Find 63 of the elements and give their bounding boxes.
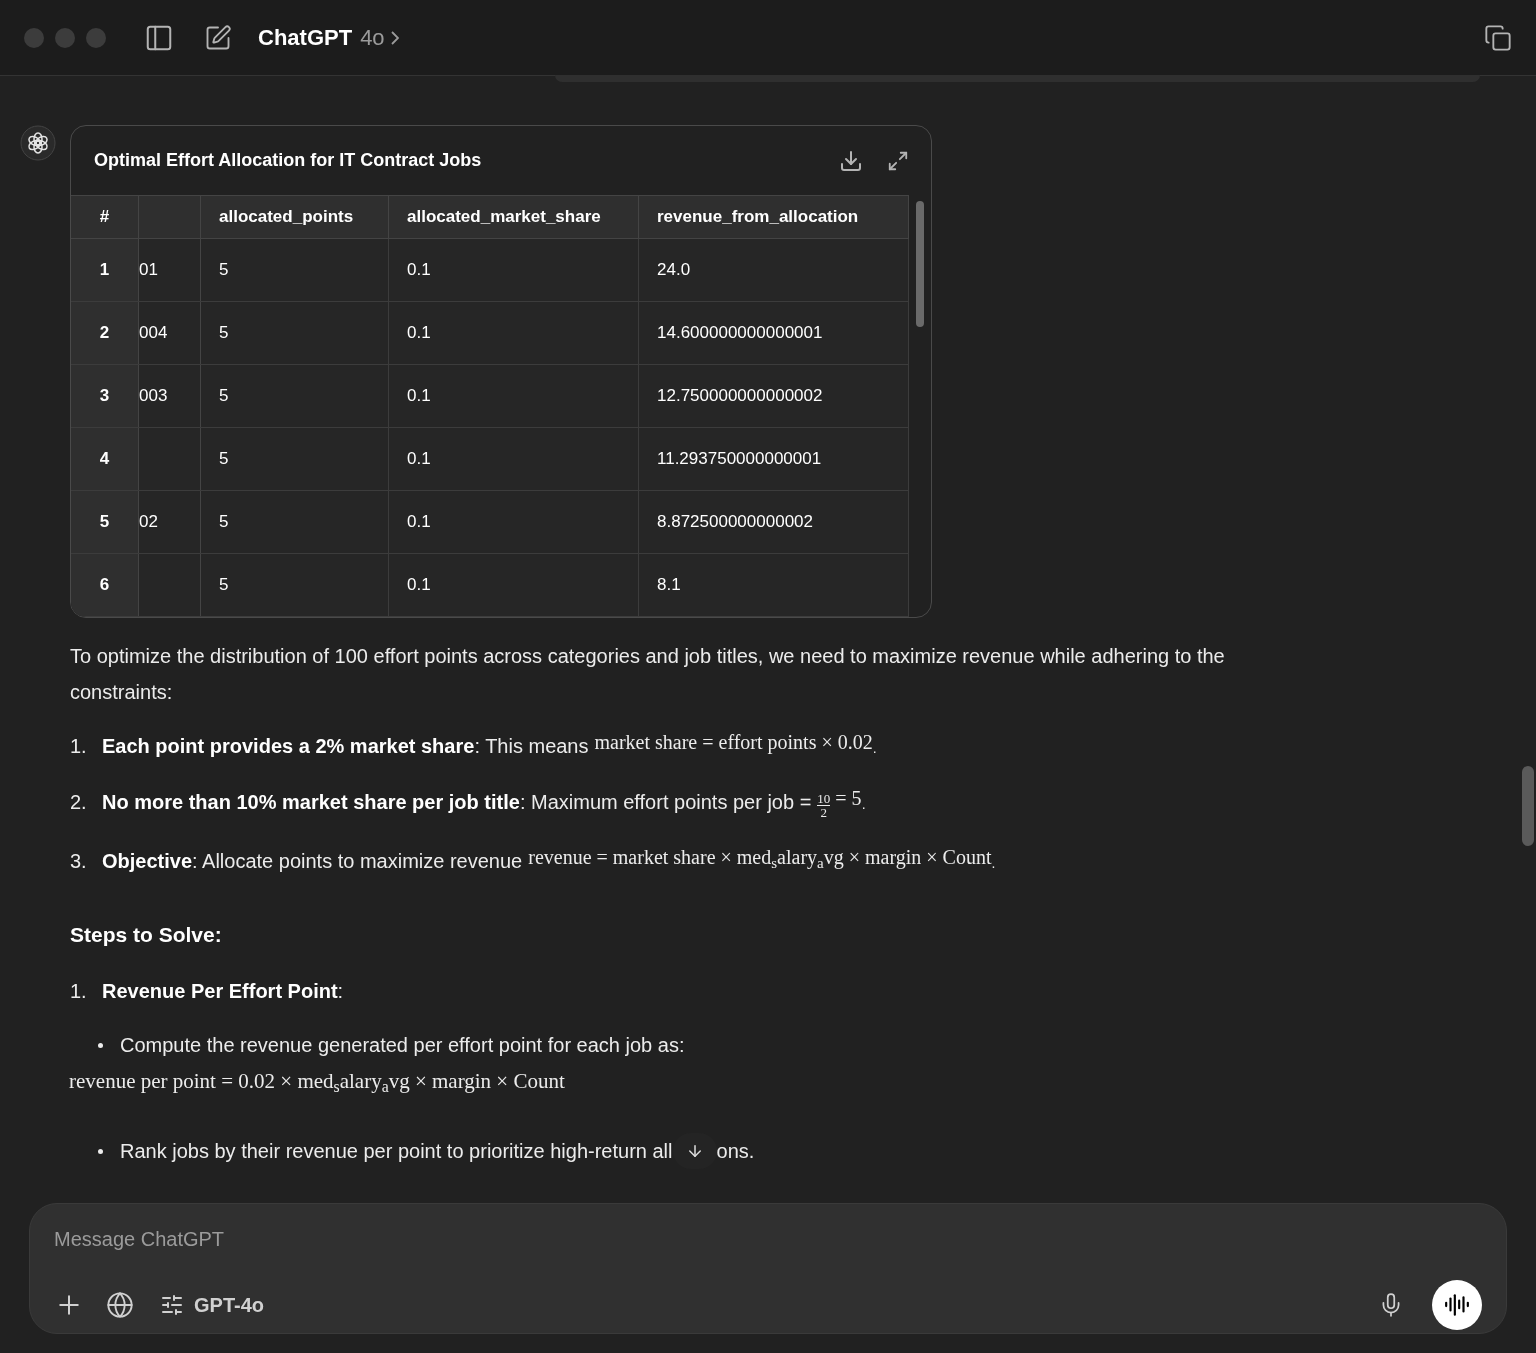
list-number: 1. (70, 979, 88, 1004)
column-header: revenue_from_allocation (639, 196, 909, 238)
table-cell-text: 8.872500000000002 (657, 511, 813, 534)
table-cell-text: 5 (219, 322, 229, 345)
table-cell-text: 0.1 (407, 448, 431, 471)
list-number: 2. (70, 790, 88, 815)
table-cell-text: 0.1 (407, 259, 431, 282)
bullet-text: ons. (716, 1139, 755, 1164)
model-button[interactable]: GPT-4o (160, 1290, 264, 1320)
table-scrollbar[interactable] (916, 201, 924, 327)
table-title: Optimal Effort Allocation for IT Contract Jobs (94, 149, 482, 172)
table-cell-text: 0.1 (407, 511, 431, 534)
table-cell-text: 5 (219, 385, 229, 408)
bullet-icon (98, 1148, 103, 1154)
row-number: 5 (71, 491, 139, 553)
row-number: 4 (71, 428, 139, 490)
list-item-text: Objective: Allocate points to maximize revenue revenue = market share × med$_{s}$alary$_{a}$vg × margin × Count. (102, 845, 996, 874)
globe-icon[interactable] (106, 1291, 134, 1319)
table-cell-text: 5 (219, 574, 229, 597)
bullet-text: Rank jobs by their revenue per point to prioritize high-return all (120, 1139, 673, 1164)
column-header: allocated_market_share (389, 196, 639, 238)
row-number: 2 (71, 302, 139, 364)
list-item-text: Each point provides a 2% market share: This means market share = effort points × 0.02. (102, 730, 877, 759)
intro-paragraph: To optimize the distribution of 100 effort points across categories and job titles, we need to maximize revenue while adhering to the constraints: (70, 644, 1226, 705)
column-header: allocated_points (201, 196, 389, 238)
row-number: 6 (71, 554, 139, 616)
table-cell-text: 0.1 (407, 385, 431, 408)
copy-icon[interactable] (1484, 23, 1512, 52)
model-selector[interactable]: ChatGPT 4o (258, 21, 399, 54)
row-number: 3 (71, 365, 139, 427)
bullet-icon (98, 1042, 103, 1048)
message-input[interactable]: Message ChatGPT (54, 1224, 1482, 1254)
table-cell-text: 0.1 (407, 322, 431, 345)
table-cell-text: 5 (219, 259, 229, 282)
expand-button[interactable] (887, 149, 909, 172)
voice-mode-button[interactable] (1432, 1280, 1482, 1330)
row-number: 1 (71, 239, 139, 301)
table-cell-text: 5 (219, 448, 229, 471)
table-cell-text: 12.750000000000002 (657, 385, 823, 408)
table-cell-text: 003 (139, 385, 168, 408)
scrollbar[interactable] (1522, 766, 1534, 846)
math-formula: revenue per point = 0.02 × med$_{s}$alary$_{a}$vg × margin × Count (69, 1068, 566, 1097)
table-cell-text: 004 (139, 322, 168, 345)
table-cell-text: 14.600000000000001 (657, 322, 823, 345)
section-heading: Steps to Solve: (70, 922, 223, 948)
table-cell-text: 02 (139, 511, 158, 534)
sliders-icon (160, 1293, 184, 1317)
column-header: # (71, 196, 139, 238)
step-title: Revenue Per Effort Point: (102, 979, 344, 1004)
chevron-icon (390, 30, 399, 45)
table-cell-text: 01 (139, 259, 158, 282)
download-button[interactable] (839, 148, 863, 173)
table-cell-text: 11.293750000000001 (657, 448, 822, 471)
new-chat-button[interactable] (204, 23, 232, 52)
list-number: 3. (70, 849, 88, 874)
waveform-icon (1444, 1292, 1470, 1318)
table-cell-text: 24.0 (657, 259, 691, 282)
bullet-text: Compute the revenue generated per effort point for each job as: (120, 1033, 685, 1058)
list-number: 1. (70, 734, 88, 759)
table-cell-text: 0.1 (407, 574, 431, 597)
assistant-avatar-icon (20, 125, 56, 161)
table-cell-text: 8.1 (657, 574, 681, 597)
table-cell-text: 5 (219, 511, 229, 534)
